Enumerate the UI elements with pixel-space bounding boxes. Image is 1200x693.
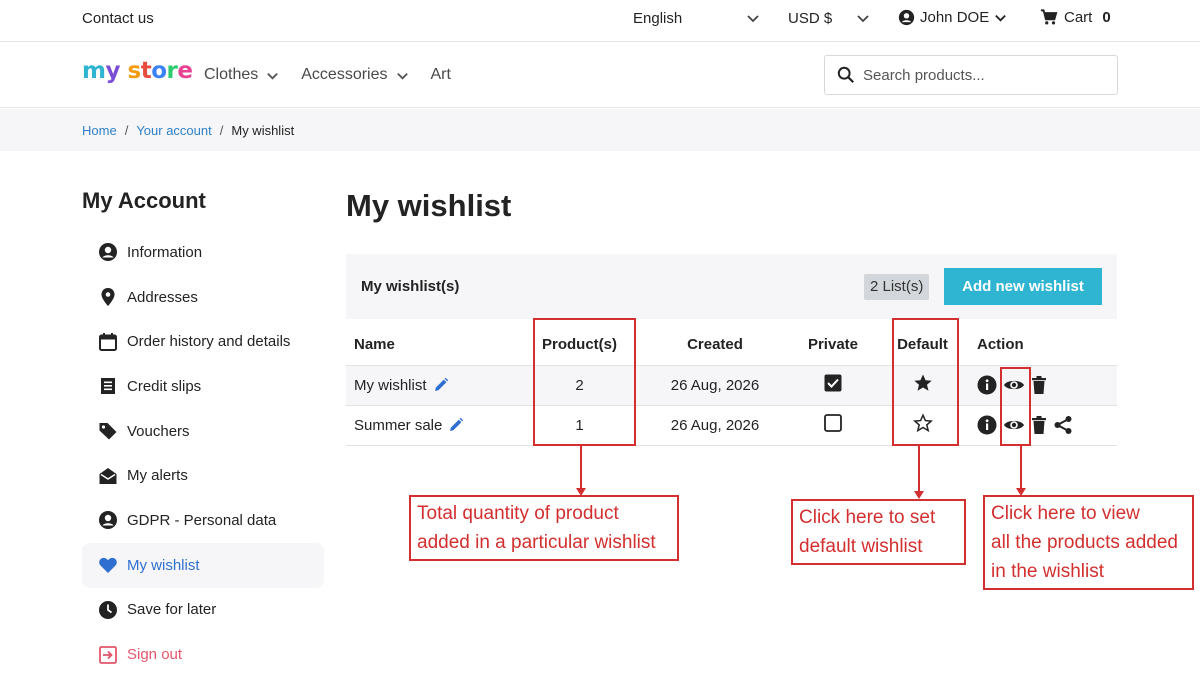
language-selector[interactable]: English [633, 10, 682, 27]
sidebar-title: My Account [82, 188, 206, 213]
clock-icon [99, 600, 117, 619]
sidebar-item-addresses[interactable]: Addresses [82, 275, 324, 320]
breadcrumb: Home / Your account / My wishlist [0, 109, 1200, 151]
sign-out-icon [99, 645, 117, 664]
breadcrumb-home[interactable]: Home [82, 123, 117, 138]
annotation-products-note: Total quantity of product added in a par… [409, 495, 679, 561]
wishlist-name[interactable]: Summer sale [354, 417, 442, 434]
list-count-badge: 2 List(s) [864, 274, 930, 300]
user-circle-icon [99, 511, 117, 530]
sidebar-item-gdpr[interactable]: GDPR - Personal data [82, 498, 324, 543]
user-circle-icon [99, 243, 117, 262]
private-checkbox-unchecked[interactable] [824, 414, 842, 432]
info-icon[interactable] [977, 375, 997, 395]
annotation-highlight-view [1000, 367, 1031, 446]
sidebar-item-vouchers[interactable]: Vouchers [82, 409, 324, 454]
annotation-highlight-default [892, 318, 959, 446]
user-name: John DOE [920, 9, 990, 26]
nav-clothes[interactable]: Clothes [204, 66, 279, 84]
search-icon[interactable] [837, 66, 855, 84]
cart-icon [1040, 9, 1058, 25]
table-header-row: Name Product(s) Created Private Default … [346, 325, 1117, 365]
wishlist-panel-header: My wishlist(s) 2 List(s) Add new wishlis… [346, 254, 1117, 319]
cart-count: 0 [1102, 9, 1111, 26]
wishlist-panel-label: My wishlist(s) [361, 278, 460, 295]
sidebar-item-order-history[interactable]: Order history and details [82, 319, 324, 364]
annotation-connector [1020, 446, 1022, 488]
location-pin-icon [101, 288, 115, 307]
annotation-arrow [914, 491, 924, 499]
chevron-down-icon [995, 14, 1007, 22]
pencil-edit-icon[interactable] [433, 377, 449, 393]
add-new-wishlist-button[interactable]: Add new wishlist [944, 268, 1102, 305]
breadcrumb-separator: / [124, 122, 129, 138]
sidebar-item-my-alerts[interactable]: My alerts [82, 453, 324, 498]
user-account-menu[interactable]: John DOE [898, 9, 1007, 26]
search-input[interactable] [863, 66, 1103, 84]
store-logo[interactable]: my store [82, 58, 193, 84]
nav-accessories[interactable]: Accessories [301, 66, 408, 84]
main-nav: Clothes Accessories Art [204, 66, 473, 84]
column-header-action: Action [977, 336, 1024, 354]
search-box[interactable] [824, 55, 1118, 95]
cart-link[interactable]: Cart 0 [1040, 9, 1111, 26]
envelope-open-icon [99, 467, 117, 484]
nav-art[interactable]: Art [431, 66, 451, 84]
column-header-private: Private [807, 336, 859, 354]
sidebar-item-my-wishlist[interactable]: My wishlist [82, 542, 324, 588]
breadcrumb-current: My wishlist [231, 122, 295, 138]
created-date: 26 Aug, 2026 [638, 364, 792, 406]
share-icon[interactable] [1053, 415, 1073, 435]
chevron-down-icon[interactable] [746, 11, 760, 25]
page-title: My wishlist [346, 188, 512, 223]
account-sidebar: Information Addresses Order history and … [82, 230, 324, 677]
annotation-view-note: Click here to view all the products adde… [983, 495, 1194, 590]
currency-selector[interactable]: USD $ [788, 10, 832, 27]
cart-label: Cart [1064, 9, 1093, 26]
sidebar-item-information[interactable]: Information [82, 230, 324, 275]
sidebar-item-sign-out[interactable]: Sign out [82, 632, 324, 677]
column-header-created: Created [687, 336, 743, 354]
annotation-connector [580, 446, 582, 488]
contact-us-link[interactable]: Contact us [82, 10, 154, 27]
pencil-edit-icon[interactable] [448, 417, 464, 433]
created-date: 26 Aug, 2026 [638, 405, 792, 446]
tag-icon [99, 423, 117, 440]
wishlist-name[interactable]: My wishlist [354, 377, 427, 394]
column-header-name: Name [354, 336, 395, 354]
breadcrumb-account[interactable]: Your account [136, 123, 211, 138]
top-bar: Contact us English USD $ John DOE Cart 0 [0, 0, 1200, 42]
chevron-down-icon[interactable] [856, 11, 870, 25]
user-circle-icon [898, 9, 915, 26]
heart-icon [99, 558, 117, 574]
trash-icon[interactable] [1031, 375, 1047, 395]
trash-icon[interactable] [1031, 415, 1047, 435]
chevron-down-icon [396, 72, 408, 80]
main-header: my store Clothes Accessories Art [0, 42, 1200, 108]
info-icon[interactable] [977, 415, 997, 435]
chevron-down-icon [267, 72, 279, 80]
private-checkbox-checked[interactable] [824, 374, 842, 392]
annotation-highlight-products [533, 318, 636, 446]
sidebar-item-credit-slips[interactable]: Credit slips [82, 364, 324, 409]
sidebar-item-save-for-later[interactable]: Save for later [82, 588, 324, 633]
receipt-icon [101, 378, 115, 395]
annotation-connector [918, 446, 920, 491]
annotation-default-note: Click here to set default wishlist [791, 499, 966, 565]
breadcrumb-separator: / [219, 122, 224, 138]
calendar-icon [99, 332, 117, 351]
